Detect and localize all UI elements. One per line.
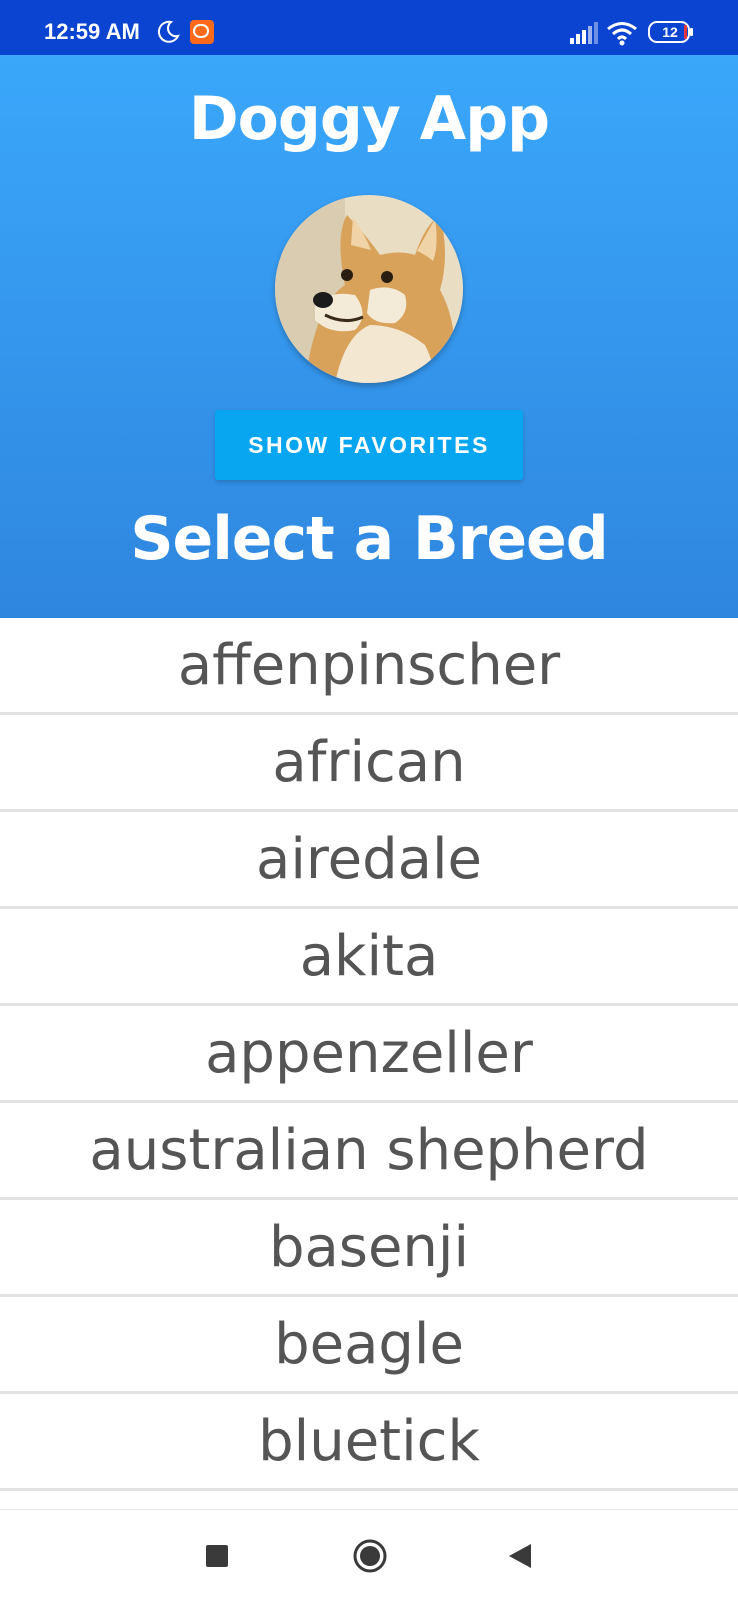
breed-list-item[interactable]: borzoi xyxy=(0,1491,738,1511)
breed-list-item[interactable]: bluetick xyxy=(0,1394,738,1491)
breed-list-item[interactable]: beagle xyxy=(0,1297,738,1394)
breed-list-item[interactable]: basenji xyxy=(0,1200,738,1297)
wifi-icon xyxy=(607,22,637,46)
shiba-dog-illustration xyxy=(275,195,463,383)
show-favorites-button[interactable]: SHOW FAVORITES xyxy=(215,410,523,480)
breed-list-item[interactable]: australian shepherd xyxy=(0,1103,738,1200)
moon-icon xyxy=(157,20,180,43)
select-breed-heading: Select a Breed xyxy=(130,504,608,574)
signal-icon xyxy=(570,22,598,44)
recents-icon[interactable] xyxy=(206,1545,228,1567)
status-bar: 12:59 AM 12 xyxy=(0,0,738,55)
status-time: 12:59 AM xyxy=(44,19,140,44)
breed-list-item[interactable]: airedale xyxy=(0,812,738,909)
breed-list-item[interactable]: african xyxy=(0,715,738,812)
breed-list-item[interactable]: appenzeller xyxy=(0,1006,738,1103)
system-nav-bar xyxy=(0,1509,738,1600)
battery-level: 12 xyxy=(662,24,678,40)
breed-list-item[interactable]: akita xyxy=(0,909,738,1006)
breed-list[interactable]: affenpinscher african airedale akita app… xyxy=(0,618,738,1510)
back-icon[interactable] xyxy=(507,1542,533,1570)
dog-avatar-image xyxy=(275,195,463,383)
mi-app-icon xyxy=(190,20,214,44)
breed-list-item[interactable]: affenpinscher xyxy=(0,618,738,715)
app-title: Doggy App xyxy=(188,84,550,154)
home-icon[interactable] xyxy=(352,1538,388,1574)
